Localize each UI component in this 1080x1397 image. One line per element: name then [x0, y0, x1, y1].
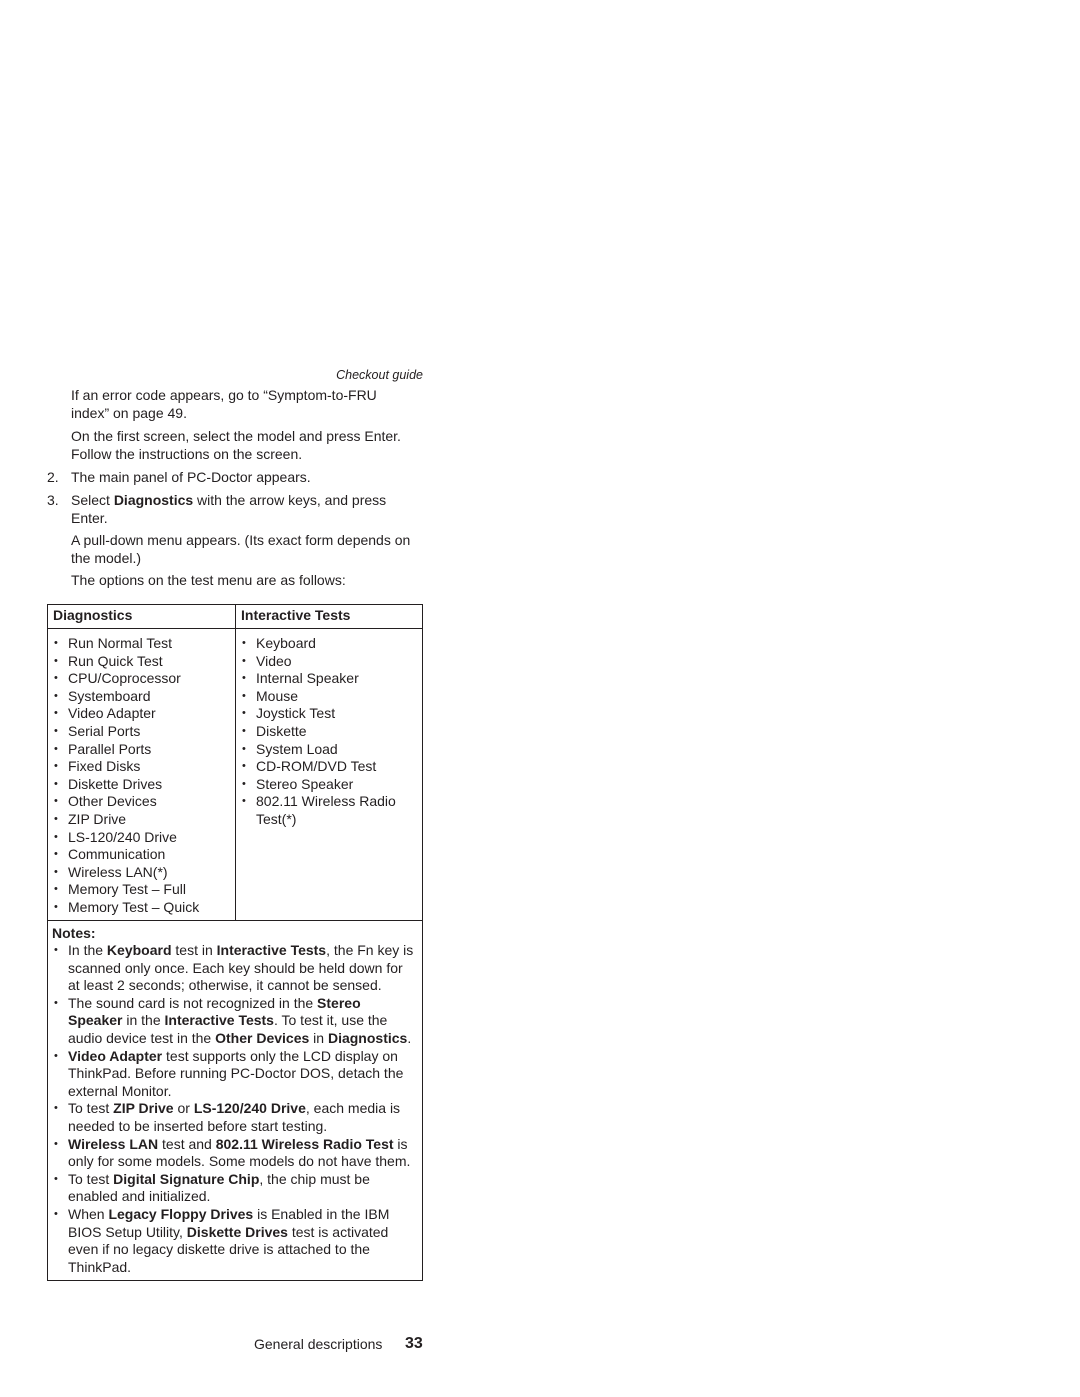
- list-item: Diskette: [240, 723, 400, 741]
- paragraph-first-screen: On the first screen, select the model an…: [71, 428, 401, 462]
- note-item: Video Adapter test supports only the LCD…: [52, 1048, 418, 1101]
- note-bold-term: Video Adapter: [68, 1047, 163, 1064]
- list-item: Diskette Drives: [52, 776, 231, 794]
- note-bold-term: Diskette Drives: [186, 1223, 288, 1240]
- list-item: 802.11 Wireless Radio Test(*): [240, 793, 400, 828]
- list-item: CPU/Coprocessor: [52, 670, 231, 688]
- note-bold-term: LS-120/240 Drive: [193, 1100, 306, 1117]
- step-number: 3.: [47, 492, 59, 508]
- list-item: Wireless LAN(*): [52, 864, 231, 882]
- test-menu-table: Diagnostics Interactive Tests Run Normal…: [47, 604, 423, 1282]
- note-bold-term: Interactive Tests: [164, 1012, 274, 1029]
- step-text-bold: Diagnostics: [113, 492, 194, 508]
- interactive-tests-list: KeyboardVideoInternal SpeakerMouseJoysti…: [240, 635, 400, 829]
- list-item: Video Adapter: [52, 705, 231, 723]
- paragraph-options: The options on the test menu are as foll…: [71, 572, 346, 588]
- list-item: Video: [240, 653, 400, 671]
- list-item: Other Devices: [52, 793, 231, 811]
- note-text: or: [173, 1100, 194, 1117]
- note-text: To test: [68, 1170, 114, 1187]
- list-item: Internal Speaker: [240, 670, 400, 688]
- note-text: The sound card is not recognized in the: [68, 994, 318, 1011]
- list-item: Run Quick Test: [52, 653, 231, 671]
- list-item: CD-ROM/DVD Test: [240, 758, 400, 776]
- step-text: The main panel of PC-Doctor appears.: [71, 469, 311, 485]
- note-item: Wireless LAN test and 802.11 Wireless Ra…: [52, 1136, 418, 1171]
- note-text: In the: [68, 942, 107, 959]
- diagnostics-list: Run Normal TestRun Quick TestCPU/Coproce…: [52, 635, 231, 917]
- note-item: To test Digital Signature Chip, the chip…: [52, 1171, 418, 1206]
- list-item: Run Normal Test: [52, 635, 231, 653]
- note-text: test in: [171, 942, 217, 959]
- list-item: Stereo Speaker: [240, 776, 400, 794]
- list-item: Joystick Test: [240, 705, 400, 723]
- list-item: Keyboard: [240, 635, 400, 653]
- list-item: Fixed Disks: [52, 758, 231, 776]
- note-item: To test ZIP Drive or LS-120/240 Drive, e…: [52, 1100, 418, 1135]
- note-item: The sound card is not recognized in the …: [52, 995, 418, 1048]
- paragraph-error-code: If an error code appears, go to “Symptom…: [71, 387, 377, 421]
- step-3: 3. Select Diagnostics with the arrow key…: [47, 492, 406, 527]
- list-item: Systemboard: [52, 688, 231, 706]
- footer-section-title: General descriptions: [254, 1336, 383, 1352]
- note-item: In the Keyboard test in Interactive Test…: [52, 942, 418, 995]
- note-item: When Legacy Floppy Drives is Enabled in …: [52, 1206, 418, 1276]
- list-item: Serial Ports: [52, 723, 231, 741]
- note-bold-term: Keyboard: [106, 942, 172, 959]
- notes-section: Notes: In the Keyboard test in Interacti…: [47, 919, 423, 1282]
- list-item: Memory Test – Quick: [52, 899, 231, 917]
- list-item: Memory Test – Full: [52, 881, 231, 899]
- page-number: 33: [405, 1335, 423, 1352]
- note-bold-term: ZIP Drive: [113, 1100, 174, 1117]
- note-text: .: [407, 1030, 412, 1047]
- note-bold-term: Wireless LAN: [68, 1135, 159, 1152]
- list-item: Parallel Ports: [52, 741, 231, 759]
- notes-list: In the Keyboard test in Interactive Test…: [52, 942, 418, 1276]
- note-bold-term: Legacy Floppy Drives: [108, 1206, 254, 1222]
- step-2: 2. The main panel of PC-Doctor appears.: [47, 469, 431, 487]
- list-item: LS-120/240 Drive: [52, 829, 231, 847]
- step-number: 2.: [47, 469, 59, 485]
- notes-title: Notes:: [52, 924, 96, 941]
- note-text: in the: [122, 1012, 165, 1029]
- list-item: Mouse: [240, 688, 400, 706]
- note-text: in: [309, 1030, 328, 1047]
- note-bold-term: 802.11 Wireless Radio Test: [215, 1135, 394, 1152]
- running-header: Checkout guide: [336, 368, 423, 382]
- note-text: To test: [68, 1100, 114, 1117]
- list-item: ZIP Drive: [52, 811, 231, 829]
- paragraph-pulldown: A pull-down menu appears. (Its exact for…: [71, 532, 411, 566]
- note-bold-term: Other Devices: [215, 1030, 310, 1047]
- note-text: When: [68, 1206, 109, 1222]
- note-bold-term: Digital Signature Chip: [113, 1170, 260, 1187]
- list-item: Communication: [52, 846, 231, 864]
- note-bold-term: Diagnostics: [327, 1030, 408, 1047]
- note-bold-term: Interactive Tests: [216, 942, 327, 959]
- step-text-pre: Select: [71, 492, 114, 508]
- list-item: System Load: [240, 741, 400, 759]
- note-text: test and: [158, 1135, 216, 1152]
- header-diagnostics: Diagnostics: [47, 604, 236, 629]
- header-interactive-tests: Interactive Tests: [235, 604, 423, 629]
